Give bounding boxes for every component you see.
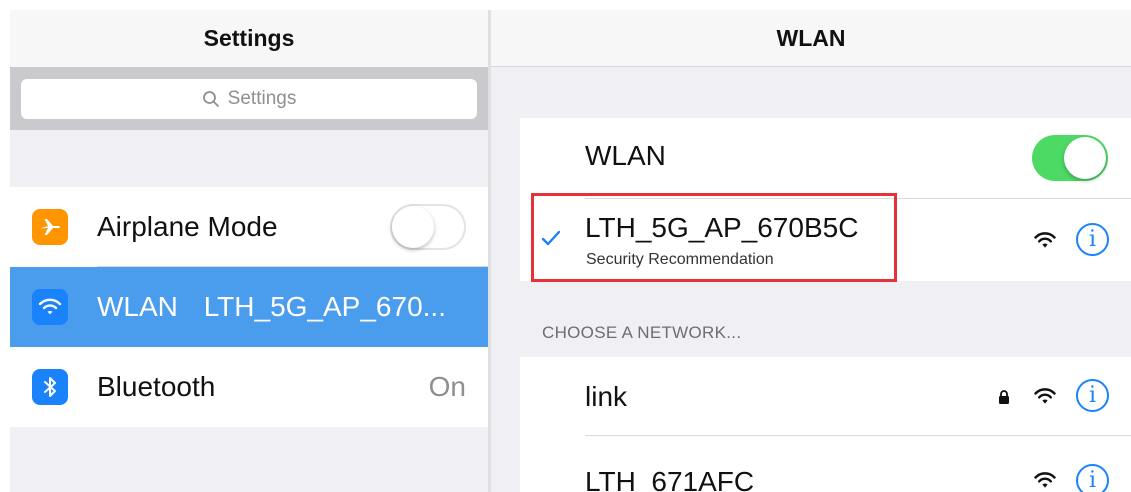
sidebar-item-airplane-mode[interactable]: Airplane Mode [10, 187, 488, 267]
search-placeholder: Settings [227, 88, 297, 109]
network-list: link i LTH_671AFC i [520, 357, 1131, 492]
sidebar-item-label: Bluetooth [97, 371, 216, 402]
wlan-toggle-row: WLAN [520, 118, 1131, 198]
wlan-header: WLAN [491, 10, 1131, 67]
sidebar-item-label: WLAN LTH_5G_AP_670... [97, 291, 446, 322]
lock-icon [999, 390, 1009, 404]
wlan-toggle[interactable] [1032, 135, 1108, 181]
sidebar-header: Settings [10, 10, 488, 67]
airplane-icon [32, 209, 68, 245]
airplane-mode-toggle[interactable] [390, 204, 466, 250]
sidebar-item-bluetooth[interactable]: Bluetooth On [10, 347, 488, 427]
section-header: CHOOSE A NETWORK... [542, 323, 742, 342]
search-icon [202, 91, 219, 107]
search-input[interactable]: Settings [21, 79, 477, 119]
highlight-box [531, 193, 897, 282]
network-row-lth-671afc[interactable]: LTH_671AFC i [520, 436, 1131, 492]
network-name: link [585, 381, 628, 412]
sidebar-item-value: On [428, 371, 466, 402]
wifi-icon [1034, 388, 1056, 404]
settings-sidebar: Settings Settings Airplane Mode WLAN LTH… [10, 10, 488, 492]
sidebar-item-value: LTH_5G_AP_670... [203, 291, 446, 322]
network-name: LTH_671AFC [585, 466, 755, 492]
wlan-toggle-label: WLAN [585, 140, 666, 171]
info-icon[interactable]: i [1076, 464, 1109, 492]
wifi-icon [32, 289, 68, 325]
wifi-icon [1034, 232, 1056, 248]
sidebar-title: Settings [203, 25, 295, 51]
wifi-icon [1034, 472, 1056, 488]
search-bar: Settings [10, 67, 488, 130]
page-title: WLAN [776, 24, 846, 51]
sidebar-item-label: Airplane Mode [97, 211, 278, 242]
bluetooth-icon [32, 369, 68, 405]
network-row-link[interactable]: link i [520, 357, 1131, 435]
info-icon[interactable]: i [1076, 379, 1109, 412]
sidebar-item-wlan[interactable]: WLAN LTH_5G_AP_670... [10, 267, 488, 347]
info-icon[interactable]: i [1076, 223, 1109, 256]
